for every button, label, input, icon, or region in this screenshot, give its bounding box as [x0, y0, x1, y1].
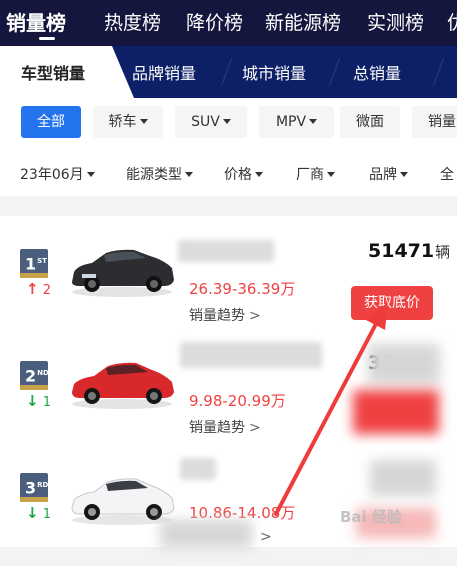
annotation-arrow: [274, 302, 388, 516]
